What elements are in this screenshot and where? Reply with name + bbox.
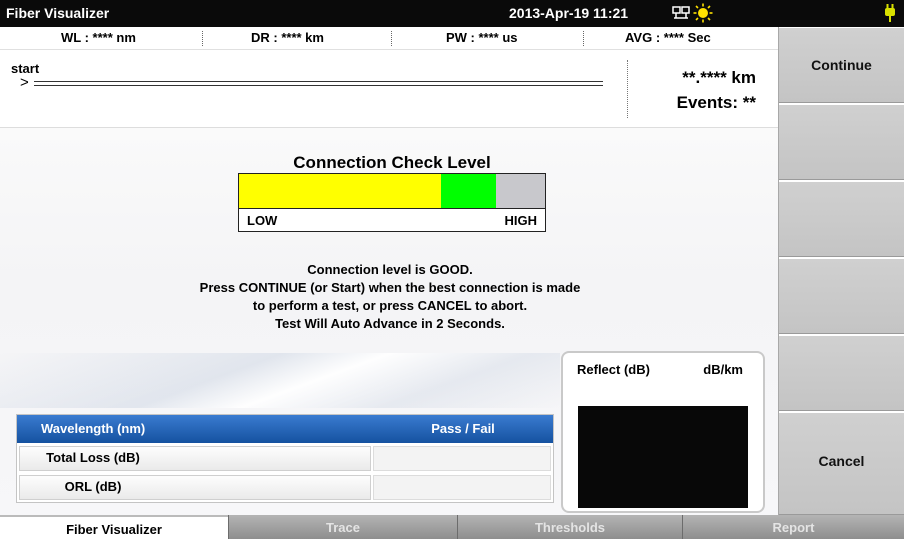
sun-icon xyxy=(693,3,713,23)
network-icon xyxy=(672,6,690,19)
main-panel: Connection Check Level LOW HIGH Connecti… xyxy=(0,127,778,515)
test-parameters-bar: WL : **** nm DR : **** km PW : **** us A… xyxy=(0,27,778,50)
total-loss-label: Total Loss (dB) xyxy=(46,450,140,465)
start-arrow-icon: > xyxy=(20,74,29,91)
divider xyxy=(391,31,392,46)
soft-key-3[interactable] xyxy=(779,181,904,257)
wavelength-header: Wavelength (nm) xyxy=(41,421,146,436)
reflect-display xyxy=(578,406,748,508)
divider xyxy=(202,31,203,46)
title-bar: Fiber Visualizer 2013-Apr-19 11:21 xyxy=(0,0,904,27)
tab-thresholds[interactable]: Thresholds xyxy=(457,515,682,539)
connection-level-meter xyxy=(238,173,546,209)
meter-low-label: LOW xyxy=(247,213,278,228)
soft-key-4[interactable] xyxy=(779,258,904,334)
cancel-button-label: Cancel xyxy=(818,453,865,469)
reflect-panel: Reflect (dB) dB/km xyxy=(561,351,765,513)
continue-button[interactable]: Continue xyxy=(779,27,904,103)
cancel-button[interactable]: Cancel xyxy=(779,412,904,515)
table-row: ORL (dB) xyxy=(17,473,553,502)
meter-segment-green xyxy=(441,174,496,208)
soft-key-5[interactable] xyxy=(779,335,904,411)
reflect-label: Reflect (dB) xyxy=(577,362,650,377)
distance-range-param: DR : **** km xyxy=(251,30,324,45)
tab-trace[interactable]: Trace xyxy=(228,515,457,539)
pass-fail-header: Pass / Fail xyxy=(431,421,495,436)
table-cell xyxy=(373,475,551,500)
instruction-line-2: to perform a test, or press CANCEL to ab… xyxy=(252,298,528,313)
orl-label: ORL (dB) xyxy=(64,479,122,494)
table-cell xyxy=(373,446,551,471)
tab-fiber-visualizer[interactable]: Fiber Visualizer xyxy=(0,515,228,539)
meter-segment-yellow xyxy=(239,174,441,208)
fiber-distance: **.**** km xyxy=(682,68,756,87)
fiber-line xyxy=(34,81,603,86)
soft-key-2[interactable] xyxy=(779,104,904,180)
divider xyxy=(627,60,628,118)
divider xyxy=(583,31,584,46)
wavelength-param: WL : **** nm xyxy=(61,30,136,45)
results-table: Wavelength (nm) Pass / Fail Total Loss (… xyxy=(16,414,554,503)
results-table-header: Wavelength (nm) Pass / Fail xyxy=(17,415,553,443)
instruction-line-1: Press CONTINUE (or Start) when the best … xyxy=(199,280,581,295)
decorative-gloss xyxy=(0,353,560,408)
side-button-panel: Continue Cancel xyxy=(778,27,904,515)
date-time: 2013-Apr-19 11:21 xyxy=(509,5,629,21)
events-count: Events: ** xyxy=(676,93,756,112)
tab-report[interactable]: Report xyxy=(682,515,904,539)
continue-button-label: Continue xyxy=(811,57,872,73)
power-plug-icon xyxy=(885,4,895,22)
meter-high-label: HIGH xyxy=(504,213,538,228)
meter-scale: LOW HIGH xyxy=(238,208,546,232)
connection-check-title: Connection Check Level xyxy=(293,153,491,172)
averaging-param: AVG : **** Sec xyxy=(625,30,711,45)
table-row: Total Loss (dB) xyxy=(17,444,553,473)
auto-advance-notice: Test Will Auto Advance in 2 Seconds. xyxy=(275,316,505,331)
bottom-tab-bar: Fiber Visualizer Trace Thresholds Report xyxy=(0,515,904,539)
fiber-trace-strip: start > **.**** km Events: ** xyxy=(0,51,778,127)
status-message: Connection level is GOOD. xyxy=(307,262,473,277)
pulse-width-param: PW : **** us xyxy=(446,30,518,45)
attenuation-label: dB/km xyxy=(703,362,743,377)
app-title: Fiber Visualizer xyxy=(6,5,110,21)
